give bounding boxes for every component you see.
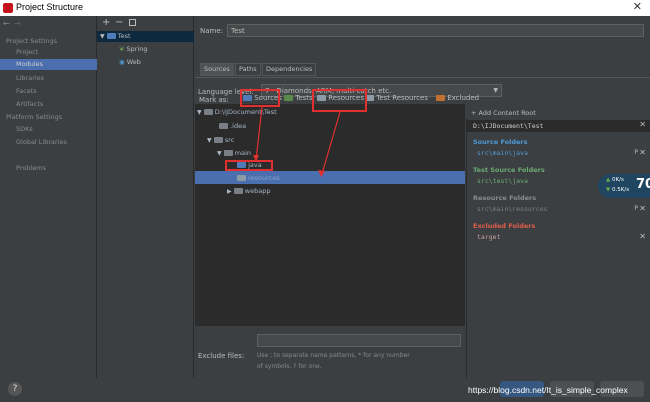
annotation-arrowhead-resources bbox=[318, 170, 325, 177]
annotation-arrows bbox=[253, 106, 341, 177]
annotation-arrowhead-sources bbox=[253, 155, 259, 162]
dialog-button-bar: ? https://blog.csdn.net/It_is_simple_com… bbox=[0, 378, 650, 402]
annotation-arrow-sources bbox=[255, 106, 263, 161]
help-button[interactable]: ? bbox=[8, 382, 22, 396]
watermark: https://blog.csdn.net/It_is_simple_compl… bbox=[468, 385, 628, 395]
annotation-arrow-resources bbox=[321, 111, 341, 175]
